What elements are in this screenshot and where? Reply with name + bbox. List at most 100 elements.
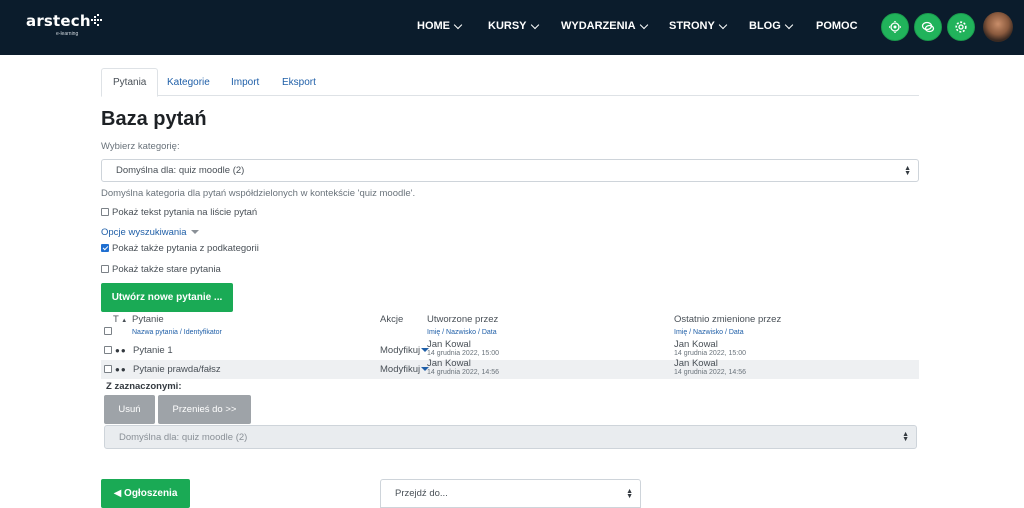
support-button[interactable] bbox=[881, 13, 909, 41]
modify-menu[interactable]: Modyfikuj bbox=[380, 364, 430, 375]
show-subcategories-option[interactable]: Pokaż także pytania z podkategorii bbox=[101, 243, 259, 254]
tab-eksport[interactable]: Eksport bbox=[271, 68, 327, 96]
chevron-down-icon bbox=[718, 20, 728, 29]
nav-home[interactable]: HOME bbox=[417, 20, 463, 32]
nav-pomoc-label: POMOC bbox=[816, 20, 858, 32]
search-options-label: Opcje wyszukiwania bbox=[101, 227, 187, 238]
site-logo[interactable]: arstech e-learning bbox=[26, 12, 102, 37]
col-question-header[interactable]: Pytanie bbox=[132, 314, 164, 325]
modify-menu[interactable]: Modyfikuj bbox=[380, 345, 430, 356]
category-select-value: Domyślna dla: quiz moodle (2) bbox=[116, 165, 245, 176]
show-text-checkbox[interactable] bbox=[101, 208, 109, 216]
sort-asc-icon: ▲ bbox=[121, 318, 128, 324]
gear-icon bbox=[955, 21, 967, 33]
modified-date: 14 grudnia 2022, 15:00 bbox=[674, 350, 747, 357]
chat-icon bbox=[921, 21, 935, 33]
page-title: Baza pytań bbox=[101, 108, 207, 130]
col-question-sort-link[interactable]: Nazwa pytania / Identyfikator bbox=[132, 329, 222, 336]
col-created-sort-link[interactable]: Imię / Nazwisko / Data bbox=[427, 329, 497, 336]
col-created-header: Utworzone przez bbox=[427, 314, 499, 325]
col-type-label: T bbox=[113, 314, 119, 325]
modified-by: Jan Kowal bbox=[674, 358, 718, 369]
nav-wydarzenia-label: WYDARZENIA bbox=[561, 20, 636, 32]
create-question-button[interactable]: Utwórz nowe pytanie ... bbox=[101, 283, 233, 312]
row-checkbox[interactable] bbox=[104, 365, 112, 373]
chevron-down-icon bbox=[453, 20, 463, 29]
table-row[interactable]: ●● bbox=[104, 364, 131, 375]
question-type-icon: ●● bbox=[115, 365, 127, 374]
move-to-button[interactable]: Przenieś do >> bbox=[158, 395, 251, 424]
col-actions-header: Akcje bbox=[380, 314, 404, 325]
chat-button[interactable] bbox=[914, 13, 942, 41]
show-subcategories-label: Pokaż także pytania z podkategorii bbox=[112, 243, 259, 254]
tab-pytania[interactable]: Pytania bbox=[101, 68, 159, 97]
caret-down-icon bbox=[190, 230, 199, 234]
nav-blog[interactable]: BLOG bbox=[749, 20, 794, 32]
modified-by: Jan Kowal bbox=[674, 339, 718, 350]
category-description: Domyślna kategoria dla pytań współdzielo… bbox=[101, 188, 416, 199]
select-arrows-icon: ▲ ▼ bbox=[902, 431, 909, 443]
tab-label: Import bbox=[231, 76, 260, 88]
bulk-actions-label: Z zaznaczonymi: bbox=[106, 381, 182, 392]
nav-strony[interactable]: STRONY bbox=[669, 20, 728, 32]
modify-label: Modyfikuj bbox=[380, 364, 421, 375]
modified-date: 14 grudnia 2022, 14:56 bbox=[674, 369, 747, 376]
logo-subtext: e-learning bbox=[56, 31, 79, 37]
nav-wydarzenia[interactable]: WYDARZENIA bbox=[561, 20, 648, 32]
nav-pomoc[interactable]: POMOC bbox=[816, 20, 858, 32]
question-name: Pytanie prawda/fałsz bbox=[133, 364, 221, 375]
settings-button[interactable] bbox=[947, 13, 975, 41]
nav-kursy-label: KURSY bbox=[488, 20, 527, 32]
show-text-option[interactable]: Pokaż tekst pytania na liście pytań bbox=[101, 207, 257, 218]
question-name: Pytanie 1 bbox=[133, 345, 173, 356]
jump-to-value: Przejdź do... bbox=[395, 488, 448, 499]
created-by: Jan Kowal bbox=[427, 339, 471, 350]
jump-to-select[interactable]: Przejdź do... ▲ ▼ bbox=[380, 479, 641, 508]
show-old-option[interactable]: Pokaż także stare pytania bbox=[101, 264, 221, 275]
show-text-label: Pokaż tekst pytania na liście pytań bbox=[112, 207, 258, 218]
logo-text: arstech bbox=[26, 12, 91, 30]
avatar[interactable] bbox=[983, 12, 1013, 42]
modify-label: Modyfikuj bbox=[380, 345, 421, 356]
tab-label: Kategorie bbox=[167, 76, 210, 88]
question-type-icon: ●● bbox=[115, 346, 127, 355]
row-checkbox[interactable] bbox=[104, 346, 112, 354]
nav-blog-label: BLOG bbox=[749, 20, 781, 32]
nav-strony-label: STRONY bbox=[669, 20, 715, 32]
delete-button[interactable]: Usuń bbox=[104, 395, 155, 424]
created-date: 14 grudnia 2022, 14:56 bbox=[427, 369, 500, 376]
show-old-checkbox[interactable] bbox=[101, 265, 109, 273]
col-modified-header: Ostatnio zmienione przez bbox=[674, 314, 782, 325]
search-options-toggle[interactable]: Opcje wyszukiwania bbox=[101, 227, 199, 238]
logo-mark-icon bbox=[91, 14, 103, 26]
support-icon bbox=[889, 21, 901, 33]
show-subcategories-checkbox[interactable] bbox=[101, 244, 109, 252]
nav-home-label: HOME bbox=[417, 20, 450, 32]
select-arrows-icon: ▲ ▼ bbox=[626, 488, 633, 500]
select-all-checkbox[interactable] bbox=[104, 326, 115, 337]
tab-bar: Pytania Kategorie Import Eksport bbox=[101, 68, 919, 97]
tab-label: Eksport bbox=[282, 76, 316, 88]
table-row[interactable]: ●● bbox=[104, 345, 131, 356]
nav-kursy[interactable]: KURSY bbox=[488, 20, 539, 32]
created-by: Jan Kowal bbox=[427, 358, 471, 369]
select-arrows-icon: ▲ ▼ bbox=[904, 165, 911, 177]
checkbox[interactable] bbox=[104, 327, 112, 335]
move-target-value: Domyślna dla: quiz moodle (2) bbox=[119, 431, 248, 443]
tab-kategorie[interactable]: Kategorie bbox=[156, 68, 221, 96]
chevron-down-icon bbox=[639, 20, 648, 29]
table-row-background bbox=[101, 360, 919, 379]
category-select[interactable]: Domyślna dla: quiz moodle (2) ▲ ▼ bbox=[101, 159, 919, 182]
move-target-select[interactable]: Domyślna dla: quiz moodle (2) ▲ ▼ bbox=[104, 425, 917, 449]
col-type-header[interactable]: T ▲ bbox=[113, 314, 127, 325]
tab-import[interactable]: Import bbox=[220, 68, 270, 96]
category-label: Wybierz kategorię: bbox=[101, 141, 180, 152]
chevron-down-icon bbox=[530, 20, 539, 29]
tab-label: Pytania bbox=[113, 77, 147, 88]
show-old-label: Pokaż także stare pytania bbox=[112, 264, 221, 275]
chevron-down-icon bbox=[784, 20, 794, 29]
top-navbar: arstech e-learning HOME KURSY WYDARZENIA… bbox=[0, 0, 1024, 55]
announcements-button[interactable]: ◀ Ogłoszenia bbox=[101, 479, 190, 508]
col-modified-sort-link[interactable]: Imię / Nazwisko / Data bbox=[674, 329, 744, 336]
created-date: 14 grudnia 2022, 15:00 bbox=[427, 350, 500, 357]
